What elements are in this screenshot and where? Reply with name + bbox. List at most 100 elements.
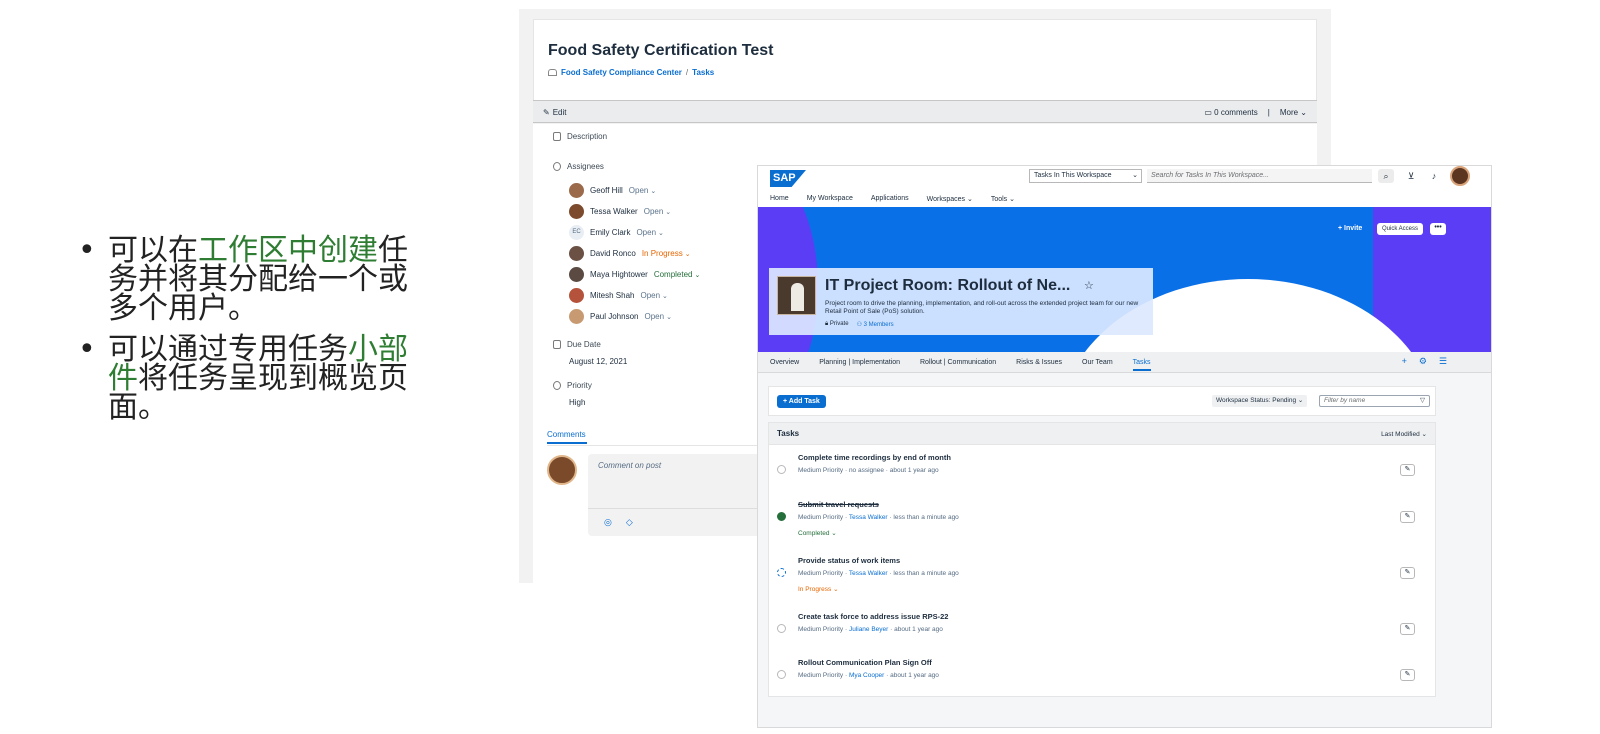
sap-logo[interactable]: SAP <box>770 170 806 187</box>
invite-button[interactable]: + Invite <box>1338 225 1362 232</box>
search-scope-select[interactable]: Tasks In This Workspace ⌄ <box>1029 169 1142 183</box>
tab-actions: + ⚙ ☰ <box>1402 356 1447 367</box>
add-page-icon[interactable]: + <box>1402 356 1407 367</box>
breadcrumb-link-tasks[interactable]: Tasks <box>692 68 714 77</box>
tab-overview[interactable]: Overview <box>770 359 799 366</box>
task-assignee[interactable]: Mya Cooper <box>849 672 884 679</box>
task-status-dropdown[interactable]: Completed ⌄ <box>798 529 837 537</box>
assignee-row: Paul Johnson Open ⌄ <box>569 308 672 324</box>
edit-icon[interactable]: ✎ <box>1400 669 1415 681</box>
tab-risks[interactable]: Risks & Issues <box>1016 359 1062 366</box>
mention-icon[interactable]: ◎ <box>604 517 612 528</box>
more-icon[interactable]: ••• <box>1430 223 1446 235</box>
progress-icon[interactable] <box>777 568 786 577</box>
status-dropdown[interactable]: Completed ⌄ <box>654 270 701 279</box>
task-meta: Medium Priority · Tessa Walker · less th… <box>798 570 959 577</box>
checkbox[interactable] <box>777 465 786 474</box>
status-dropdown[interactable]: Open ⌄ <box>644 207 671 216</box>
edit-icon[interactable]: ✎ <box>1400 464 1415 476</box>
inbox-icon[interactable]: ⊻ <box>1403 169 1419 183</box>
comments-count-button[interactable]: ▭ 0 comments <box>1204 108 1257 117</box>
bullet-item: • 可以在工作区中创建任务并将其分配给一个或多个用户。 <box>76 236 416 324</box>
tab-rollout[interactable]: Rollout | Communication <box>920 359 996 366</box>
task-assignee[interactable]: Tessa Walker <box>849 570 888 577</box>
search-input[interactable]: Search for Tasks In This Workspace... <box>1147 169 1372 183</box>
task-priority: Medium Priority <box>798 672 844 679</box>
check-circle-icon[interactable] <box>777 512 786 521</box>
nav-my-workspace[interactable]: My Workspace <box>807 195 853 202</box>
assignee-row: Mitesh Shah Open ⌄ <box>569 287 668 303</box>
edit-button[interactable]: ✎ Edit <box>543 108 567 117</box>
gear-icon[interactable]: ⚙ <box>1419 356 1427 367</box>
status-dropdown[interactable]: In Progress ⌄ <box>642 249 691 258</box>
list-item[interactable]: Provide status of work items Medium Prio… <box>769 551 1435 597</box>
edit-icon[interactable]: ✎ <box>1400 511 1415 523</box>
sort-dropdown[interactable]: Last Modified ⌄ <box>1381 430 1427 438</box>
status-dropdown[interactable]: Open ⌄ <box>629 186 656 195</box>
nav-tools[interactable]: Tools ⌄ <box>991 195 1015 203</box>
status-dropdown[interactable]: Open ⌄ <box>640 291 667 300</box>
priority-section: Priority <box>553 381 592 390</box>
bullet-text-post: 将任务呈现到概览页面。 <box>108 361 408 425</box>
task-assignee: no assignee <box>848 467 884 474</box>
task-meta: Medium Priority · no assignee · about 1 … <box>798 467 939 474</box>
status-dropdown[interactable]: Open ⌄ <box>644 312 671 321</box>
chevron-down-icon: ⌄ <box>833 586 839 593</box>
task-title[interactable]: Provide status of work items <box>798 556 900 565</box>
calendar-icon <box>553 340 561 349</box>
avatar[interactable] <box>1450 166 1470 186</box>
task-title[interactable]: Submit travel requests <box>798 500 879 509</box>
nav-applications[interactable]: Applications <box>871 195 909 202</box>
assignee-name: David Ronco <box>590 248 636 258</box>
task-title[interactable]: Create task force to address issue RPS-2… <box>798 612 948 621</box>
nav-home[interactable]: Home <box>770 195 789 202</box>
edit-icon[interactable]: ✎ <box>1400 623 1415 635</box>
chevron-down-icon: ⌄ <box>666 313 672 321</box>
task-title[interactable]: Complete time recordings by end of month <box>798 453 951 462</box>
checkbox[interactable] <box>777 670 786 679</box>
chevron-down-icon: ⌄ <box>1132 172 1138 179</box>
person-figure <box>791 283 804 311</box>
task-assignee[interactable]: Juliane Beyer <box>849 626 888 633</box>
tab-planning[interactable]: Planning | Implementation <box>819 359 900 366</box>
more-menu-button[interactable]: More ⌄ <box>1280 108 1307 117</box>
list-item[interactable]: Complete time recordings by end of month… <box>769 449 1435 495</box>
tab-comments[interactable]: Comments <box>547 430 587 444</box>
search-icon[interactable]: ⌕ <box>1378 169 1394 183</box>
avatar <box>569 287 584 303</box>
breadcrumb-link-workspace[interactable]: Food Safety Compliance Center <box>561 68 682 77</box>
nav-tools-label: Tools <box>990 195 1008 203</box>
avatar <box>569 203 584 219</box>
add-task-button[interactable]: + Add Task <box>777 395 826 408</box>
list-item[interactable]: Rollout Communication Plan Sign Off Medi… <box>769 653 1435 699</box>
plus-icon: + <box>1338 225 1343 232</box>
members-label: 3 Members <box>863 322 894 328</box>
status-dropdown[interactable]: Open ⌄ <box>636 228 663 237</box>
task-title[interactable]: Rollout Communication Plan Sign Off <box>798 658 932 667</box>
quick-access-button[interactable]: Quick Access <box>1377 223 1424 235</box>
star-icon[interactable]: ☆ <box>1084 279 1094 292</box>
tab-tasks[interactable]: Tasks <box>1132 354 1151 371</box>
edit-icon[interactable]: ✎ <box>1400 567 1415 579</box>
tab-our-team[interactable]: Our Team <box>1082 359 1113 366</box>
bell-icon[interactable]: ♪ <box>1426 169 1442 183</box>
tag-icon[interactable]: ◇ <box>626 517 633 528</box>
filter-input[interactable]: Filter by name ▽ <box>1319 395 1430 407</box>
chevron-down-icon: ⌄ <box>1297 397 1304 404</box>
list-item[interactable]: Submit travel requests Medium Priority ·… <box>769 495 1435 541</box>
chevron-down-icon: ⌄ <box>694 271 701 279</box>
checkbox[interactable] <box>777 624 786 633</box>
avatar <box>569 245 584 261</box>
list-item[interactable]: Create task force to address issue RPS-2… <box>769 607 1435 653</box>
priority-label: Priority <box>567 381 592 390</box>
task-priority: Medium Priority <box>798 570 844 577</box>
more-label: More <box>1279 108 1299 117</box>
menu-icon[interactable]: ☰ <box>1439 356 1447 367</box>
nav-workspaces[interactable]: Workspaces ⌄ <box>927 195 973 203</box>
shell-bar: SAP Tasks In This Workspace ⌄ Search for… <box>758 166 1491 190</box>
task-status-dropdown[interactable]: In Progress ⌄ <box>798 585 839 593</box>
task-assignee[interactable]: Tessa Walker <box>849 514 888 521</box>
workspace-status-dropdown[interactable]: Workspace Status: Pending ⌄ <box>1212 395 1308 407</box>
members-link[interactable]: ⚇ 3 Members <box>857 321 894 328</box>
due-date-value: August 12, 2021 <box>569 357 628 366</box>
